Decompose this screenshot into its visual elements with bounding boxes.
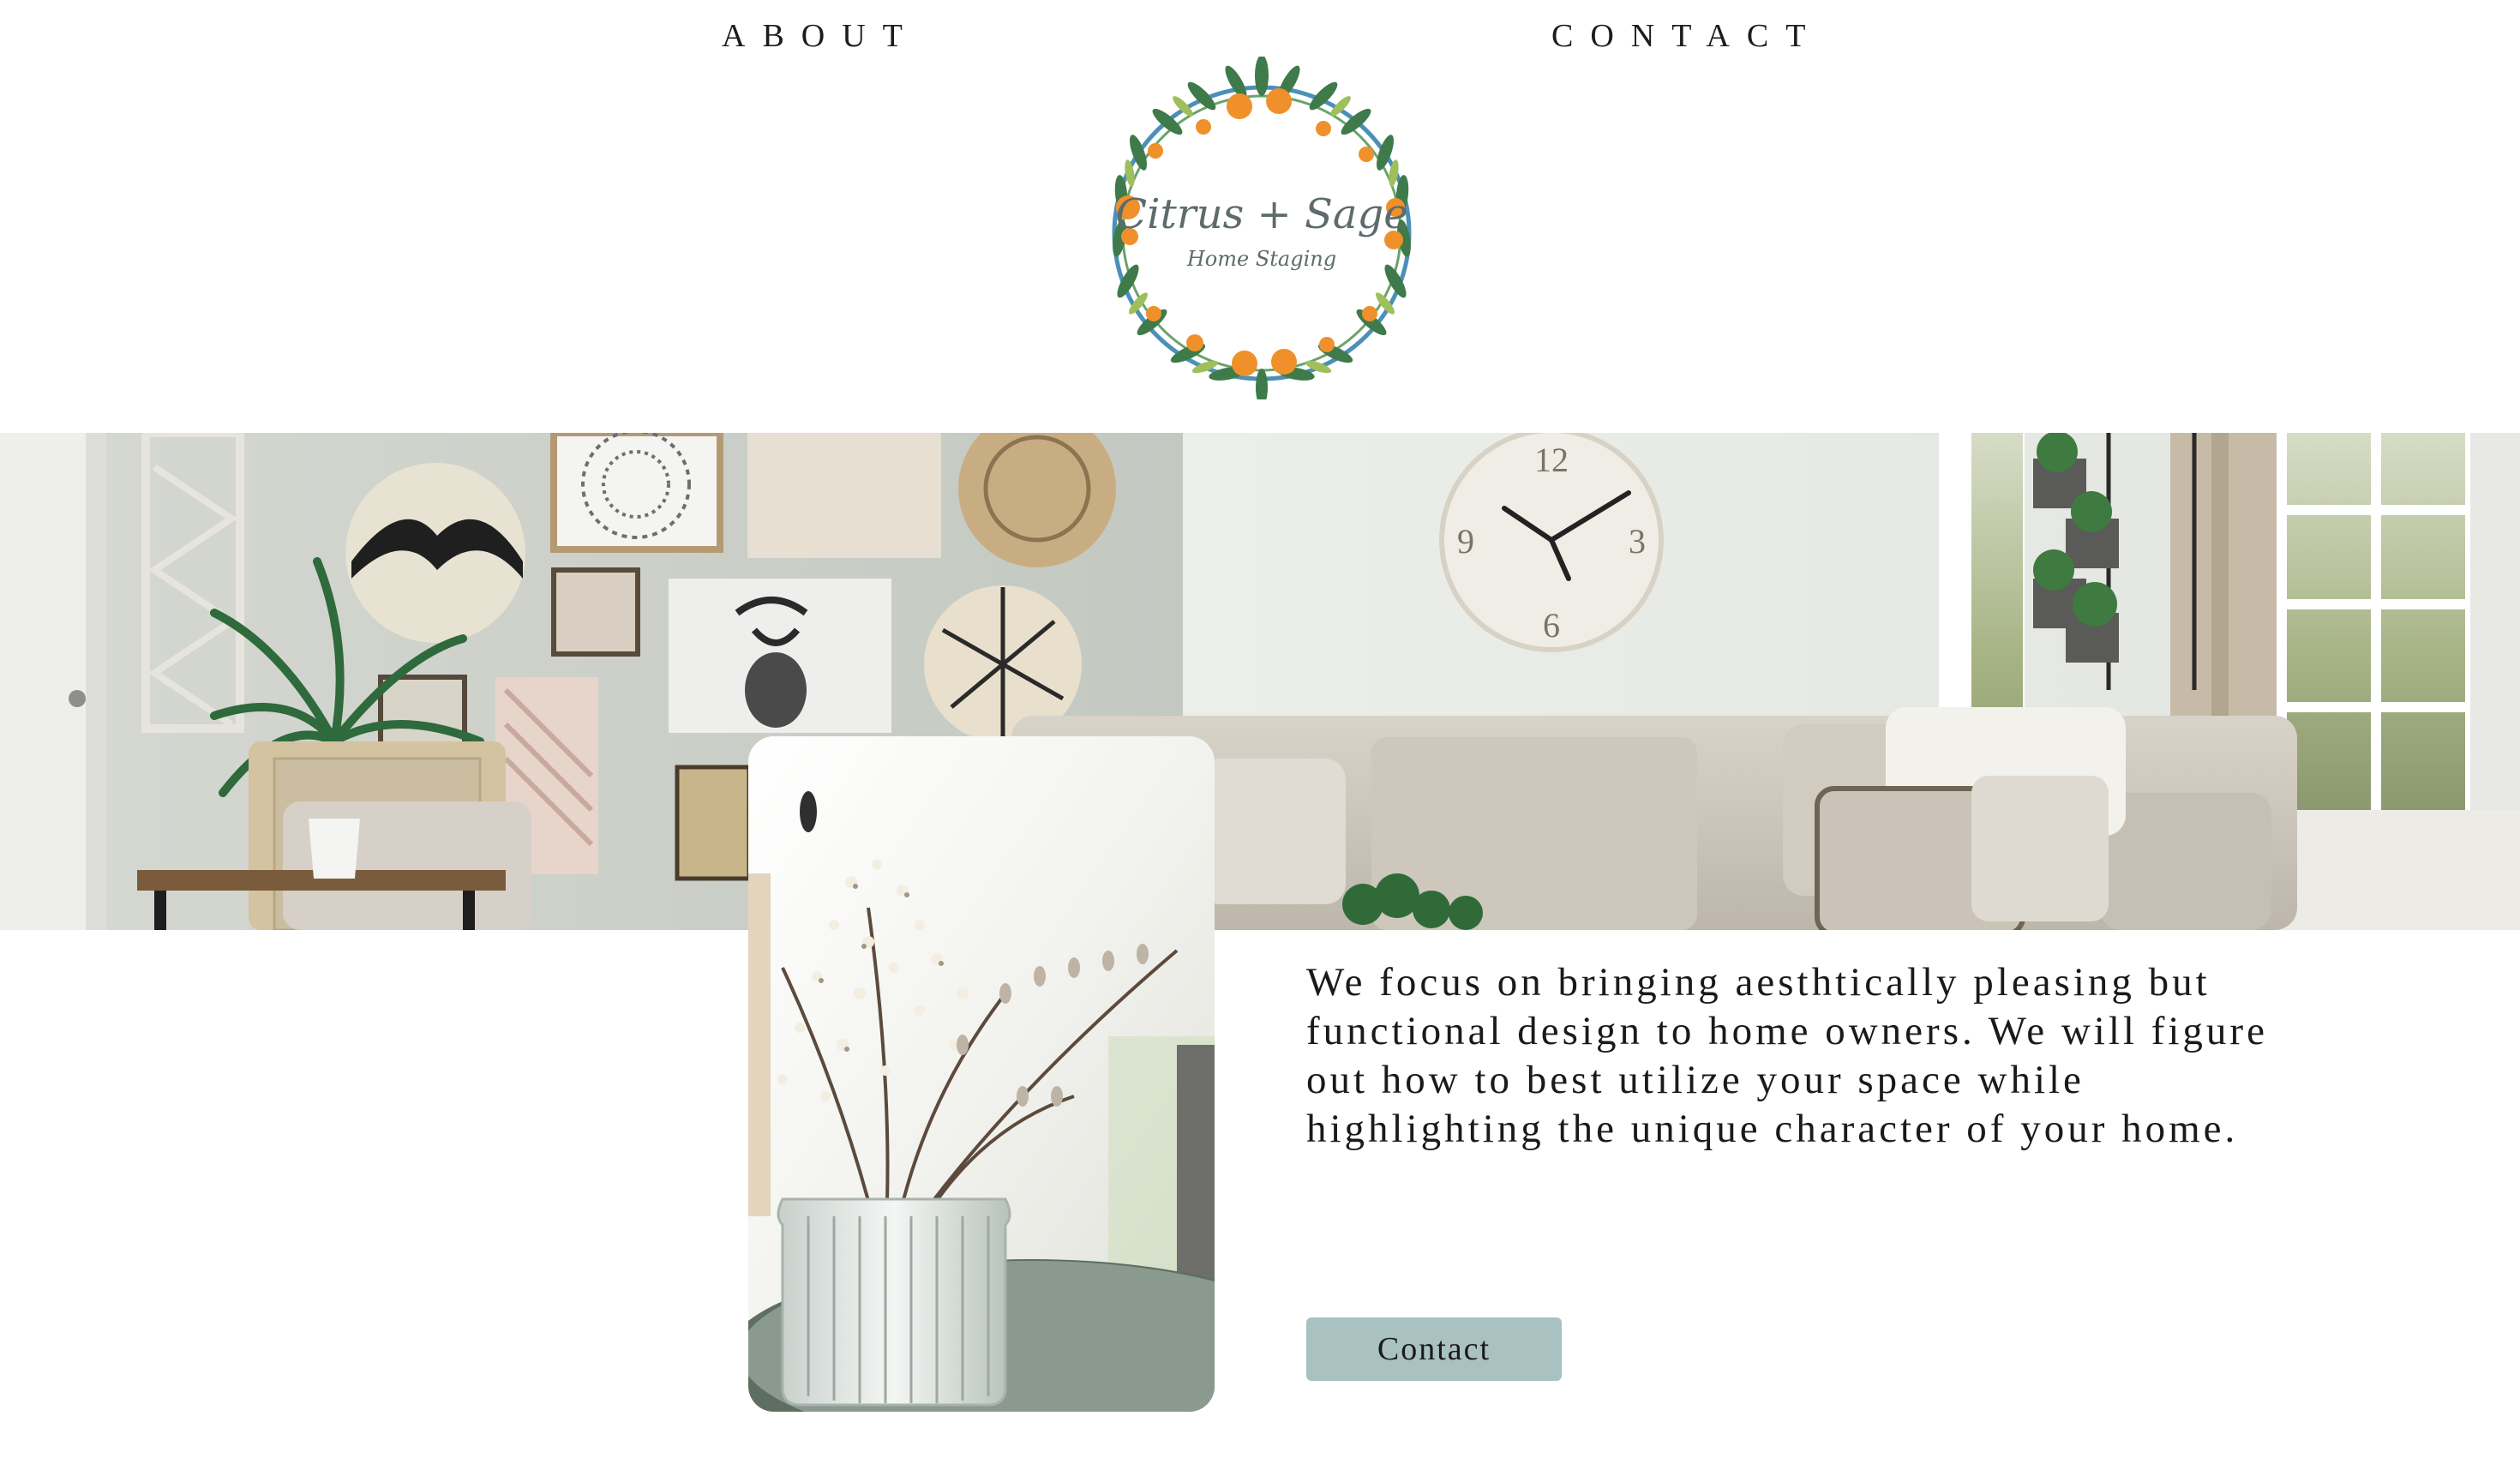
svg-text:6: 6 <box>1543 606 1560 645</box>
logo-tagline: Home Staging <box>1186 247 1336 271</box>
svg-text:3: 3 <box>1629 522 1646 561</box>
vase-flowers-image <box>748 736 1215 1412</box>
contact-button[interactable]: Contact <box>1306 1317 1562 1381</box>
page: ABOUT CONTACT Citrus + Sage Home Staging… <box>0 0 2520 1476</box>
svg-text:9: 9 <box>1457 522 1474 561</box>
citrus-sage-logo[interactable]: Citrus + Sage Home Staging <box>1099 57 1425 399</box>
hero-living-room-image: 12 6 9 3 <box>0 433 2520 930</box>
svg-text:12: 12 <box>1534 441 1569 479</box>
intro-paragraph: We focus on bringing aesthtically pleasi… <box>1306 960 2268 1151</box>
logo-brand-name: Citrus + Sage <box>1115 190 1407 238</box>
nav-contact-link[interactable]: CONTACT <box>1551 17 1822 55</box>
nav-about-link[interactable]: ABOUT <box>722 17 920 55</box>
